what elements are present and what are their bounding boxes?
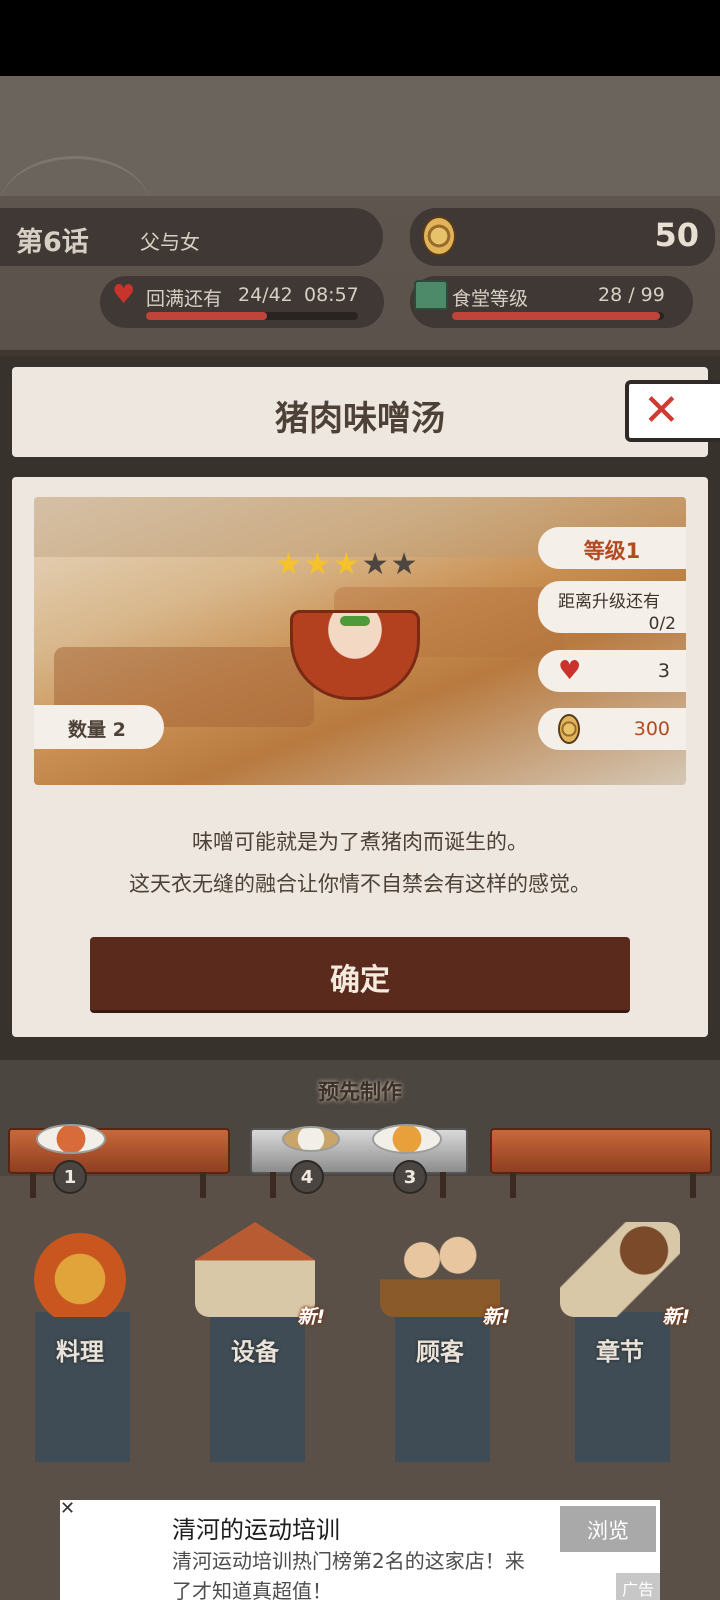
menu-cooking-button[interactable]: 料理	[10, 1222, 150, 1462]
upgrade-progress-value: 0/2	[648, 614, 676, 634]
coin-value: 50	[654, 216, 699, 254]
prepared-dish-icon	[282, 1126, 340, 1152]
close-button[interactable]: ✕	[625, 380, 720, 442]
dish-level-badge: 等级1	[538, 527, 686, 569]
heart-timer: 08:57	[304, 284, 359, 306]
quantity-badge: 数量 2	[34, 705, 164, 749]
chapter-indicator[interactable]: 第6话 父与女	[0, 208, 383, 266]
heart-progress-bar	[146, 312, 358, 320]
heart-refill-label: 回满还有	[146, 288, 223, 310]
prep-count-2: 4	[290, 1160, 324, 1194]
chapter-title: 父与女	[140, 230, 200, 254]
menu-equipment-label: 设备	[231, 1338, 279, 1366]
coin-icon	[558, 714, 580, 744]
prepared-dish-icon	[36, 1124, 106, 1154]
canteen-level-label: 食堂等级	[452, 288, 529, 310]
prep-section-label: 预先制作	[318, 1080, 402, 1104]
dish-price-value: 300	[633, 718, 670, 740]
menu-customers-label: 顾客	[416, 1338, 464, 1366]
ad-label: 广告	[616, 1573, 660, 1600]
counter-leg	[200, 1172, 206, 1198]
new-badge: 新!	[482, 1306, 510, 1328]
canteen-progress-fill	[452, 312, 660, 320]
upgrade-progress-badge: 距离升级还有 0/2	[538, 581, 686, 634]
status-bar	[0, 0, 720, 76]
star-filled-icon: ★	[275, 547, 302, 582]
prep-count-3: 3	[393, 1160, 427, 1194]
dish-description-line1: 味噌可能就是为了煮猪肉而诞生的。	[192, 830, 528, 854]
upgrade-label: 距离升级还有	[558, 592, 660, 612]
counter-leg	[30, 1172, 36, 1198]
star-empty-icon: ★	[390, 547, 418, 582]
chapter-number: 第6话	[16, 227, 89, 258]
coin-counter[interactable]: 50	[410, 208, 715, 266]
dish-price-badge: 300	[538, 708, 686, 750]
canteen-level-value: 28 / 99	[598, 284, 665, 306]
heart-progress-fill	[146, 312, 267, 320]
ad-browse-button[interactable]: 浏览	[560, 1506, 656, 1552]
cooking-pot-icon	[20, 1222, 140, 1317]
heart-refill-meter[interactable]: ♥ 回满还有 24/42 08:57	[100, 276, 384, 328]
canteen-progress-bar	[452, 312, 664, 320]
menu-equipment-button[interactable]: 设备 新!	[185, 1222, 325, 1462]
bowl-garnish	[340, 616, 370, 626]
confirm-button[interactable]: 确定	[90, 937, 630, 1013]
counter-leg	[690, 1172, 696, 1198]
canteen-house-icon	[414, 280, 448, 310]
ad-close-icon[interactable]: ✕	[60, 1500, 78, 1518]
heart-icon: ♥	[112, 280, 136, 310]
heart-count: 24/42	[238, 284, 293, 306]
dish-description-line2: 这天衣无缝的融合让你情不自禁会有这样的感觉。	[129, 872, 591, 896]
heart-icon: ♥	[558, 656, 582, 686]
counter-leg	[510, 1172, 516, 1198]
close-x-icon: ✕	[643, 385, 680, 436]
dish-title: 猪肉味噌汤	[275, 399, 445, 439]
dish-rating-stars: ★ ★ ★ ★ ★	[275, 550, 418, 580]
ad-title: 清河的运动培训	[172, 1516, 340, 1544]
new-badge: 新!	[662, 1306, 690, 1328]
star-filled-icon: ★	[332, 547, 360, 582]
menu-chapters-label: 章节	[596, 1338, 644, 1366]
canteen-level-meter[interactable]: 食堂等级 28 / 99	[410, 276, 693, 328]
star-filled-icon: ★	[303, 547, 331, 582]
prepared-dish-icon	[372, 1124, 442, 1154]
dish-title-bar: 猪肉味噌汤	[12, 367, 708, 457]
dish-heart-value: 3	[657, 660, 670, 682]
counter-leg	[270, 1172, 276, 1198]
prep-counter-3[interactable]	[490, 1128, 712, 1174]
coin-icon	[422, 216, 456, 256]
menu-cooking-label: 料理	[56, 1338, 104, 1366]
counter-leg	[440, 1172, 446, 1198]
menu-chapters-button[interactable]: 章节 新!	[550, 1222, 690, 1462]
ad-body: 清河运动培训热门榜第2名的这家店！来了才知道真超值！	[172, 1549, 525, 1600]
star-empty-icon: ★	[361, 547, 389, 582]
new-badge: 新!	[297, 1306, 325, 1328]
dish-heart-badge: ♥ 3	[538, 650, 686, 692]
prep-count-1: 1	[53, 1160, 87, 1194]
menu-customers-button[interactable]: 顾客 新!	[370, 1222, 510, 1462]
